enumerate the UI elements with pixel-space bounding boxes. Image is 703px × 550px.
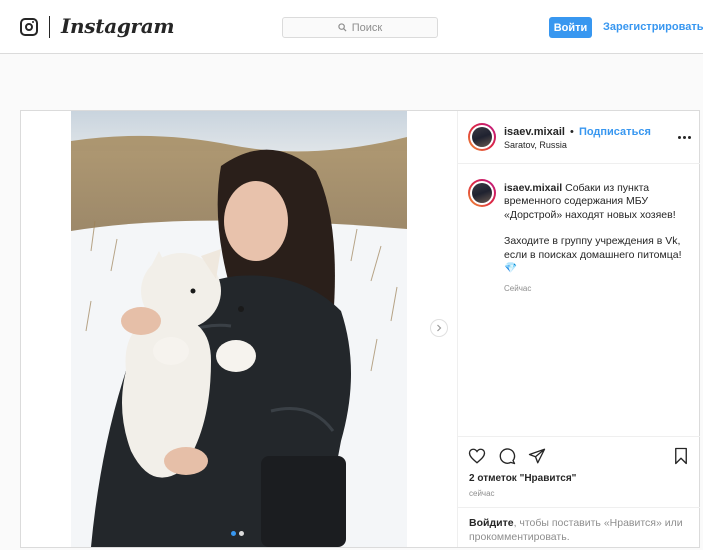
comment-icon[interactable]	[498, 447, 516, 465]
top-navigation-bar: Instagram Поиск Войти Зарегистрироваться	[0, 0, 703, 54]
search-placeholder: Поиск	[351, 21, 383, 34]
location-link[interactable]: Saratov, Russia	[504, 140, 567, 150]
post-sidebar: isaev.mixail • Подписаться Saratov, Russ…	[457, 111, 700, 548]
instagram-wordmark[interactable]: Instagram	[61, 14, 175, 38]
likes-count[interactable]: 2 отметок "Нравится"	[469, 473, 576, 484]
caption-text-2: Заходите в группу учреждения в Vk, если …	[504, 235, 682, 261]
separator-dot: •	[570, 126, 574, 138]
follow-button[interactable]: Подписаться	[579, 126, 651, 138]
logo-divider	[49, 16, 50, 38]
login-prompt: Войдите, чтобы поставить «Нравится» или …	[458, 507, 700, 544]
instagram-glyph-icon[interactable]	[20, 18, 38, 36]
share-icon[interactable]	[528, 447, 546, 465]
carousel-next-button[interactable]	[430, 319, 448, 337]
caption-username[interactable]: isaev.mixail	[504, 182, 562, 194]
avatar[interactable]	[468, 123, 496, 151]
caption-avatar[interactable]	[468, 179, 496, 207]
post-caption: isaev.mixail Собаки из пункта временного…	[504, 182, 690, 275]
caption-timestamp: Сейчас	[504, 284, 532, 293]
search-icon	[338, 23, 347, 32]
post-photo[interactable]	[71, 111, 407, 547]
heart-icon[interactable]	[468, 447, 486, 465]
post-card: isaev.mixail • Подписаться Saratov, Russ…	[20, 110, 700, 548]
carousel-dot-1	[231, 531, 236, 536]
bookmark-icon[interactable]	[672, 447, 690, 465]
carousel-dot-2	[239, 531, 244, 536]
post-media	[21, 111, 457, 547]
post-actions: 2 отметок "Нравится" сейчас Войдите, что…	[458, 436, 700, 548]
post-header: isaev.mixail • Подписаться Saratov, Russ…	[458, 111, 700, 164]
login-button[interactable]: Войти	[549, 17, 592, 38]
diamond-icon: 💎	[504, 262, 518, 275]
post-author-line: isaev.mixail • Подписаться	[504, 126, 651, 138]
search-box[interactable]: Поиск	[282, 17, 438, 38]
login-link[interactable]: Войдите	[469, 517, 514, 529]
more-options-icon[interactable]	[678, 136, 691, 139]
chevron-right-icon	[437, 324, 442, 332]
post-time: сейчас	[469, 489, 495, 498]
carousel-indicators	[231, 531, 244, 536]
username-link[interactable]: isaev.mixail	[504, 126, 565, 138]
signup-link[interactable]: Зарегистрироваться	[603, 21, 703, 33]
